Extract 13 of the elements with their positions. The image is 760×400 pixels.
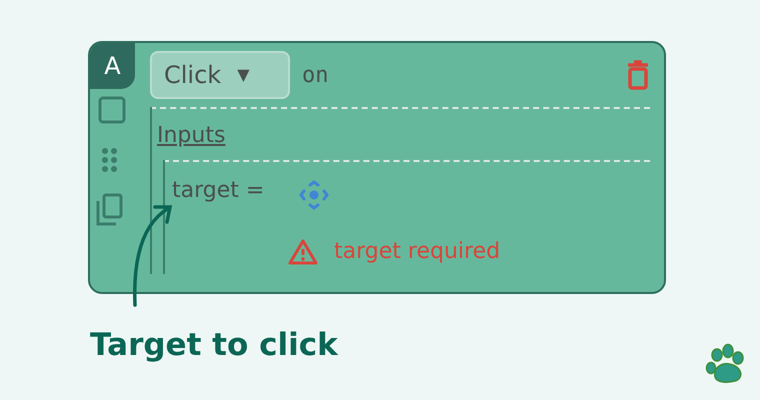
drag-handle-icon[interactable] xyxy=(100,147,120,173)
trash-icon[interactable] xyxy=(626,60,650,90)
error-message: target required xyxy=(334,238,500,266)
checkbox-icon[interactable] xyxy=(97,95,127,125)
warning-icon xyxy=(288,238,318,266)
action-dropdown[interactable]: Click ▼ xyxy=(150,51,290,99)
caption: Target to click xyxy=(90,326,338,365)
input-label: target = xyxy=(172,177,264,205)
block-badge: A xyxy=(90,43,135,89)
move-target-icon[interactable] xyxy=(298,179,330,211)
connector-text: on xyxy=(302,62,328,90)
inputs-heading: Inputs xyxy=(157,122,226,150)
copy-icon[interactable] xyxy=(94,193,124,227)
